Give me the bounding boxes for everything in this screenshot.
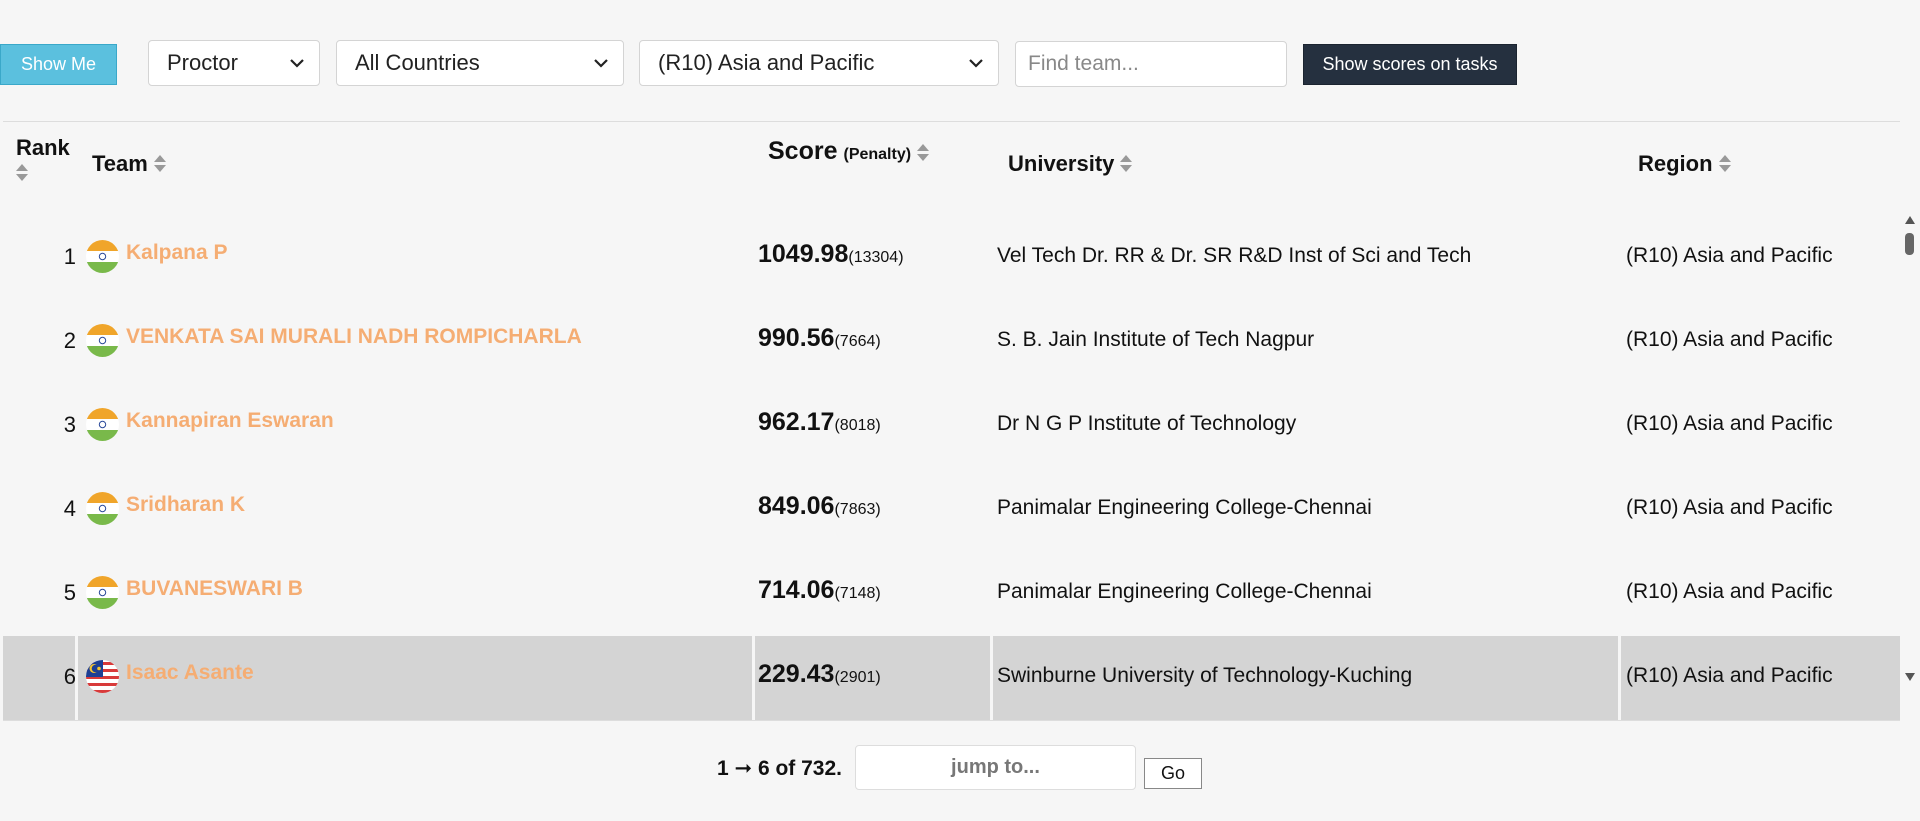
role-select-value: Proctor (167, 50, 238, 75)
table-header: Rank Team Score (Penalty) University Reg… (3, 121, 1900, 216)
column-separator (1618, 636, 1621, 720)
pagination: 1 ➞ 6 of 732. Go (0, 745, 1920, 791)
region-cell: (R10) Asia and Pacific (1626, 328, 1833, 351)
rank-cell: 3 (63, 412, 76, 437)
score-cell: 1049.98(13304) (758, 240, 904, 269)
table-row[interactable]: 2 VENKATA SAI MURALI NADH ROMPICHARLA 99… (3, 300, 1900, 384)
region-cell: (R10) Asia and Pacific (1626, 412, 1833, 435)
university-header-label: University (1008, 151, 1115, 176)
university-cell: Dr N G P Institute of Technology (997, 412, 1297, 435)
score-header-label: Score (768, 137, 838, 165)
table-row[interactable]: 3 Kannapiran Eswaran 962.17(8018) Dr N G… (3, 384, 1900, 468)
university-cell: Panimalar Engineering College-Chennai (997, 496, 1372, 519)
score-value: 229.43 (758, 660, 835, 688)
score-value: 1049.98 (758, 240, 849, 268)
penalty-value: (8018) (834, 417, 881, 434)
go-button[interactable]: Go (1144, 758, 1202, 789)
sort-icon[interactable] (917, 143, 930, 163)
pagination-range: 1 ➞ 6 of 732. (717, 757, 842, 780)
sort-icon[interactable] (16, 163, 28, 183)
rank-cell: 4 (63, 496, 76, 521)
sort-icon[interactable] (153, 154, 166, 174)
scrollbar-thumb[interactable] (1905, 233, 1914, 255)
penalty-value: (7664) (834, 333, 881, 350)
university-cell: Panimalar Engineering College-Chennai (997, 580, 1372, 603)
sort-icon[interactable] (1718, 154, 1731, 174)
score-cell: 229.43(2901) (758, 660, 881, 689)
penalty-value: (7148) (834, 585, 881, 602)
score-value: 962.17 (758, 408, 835, 436)
rank-cell: 1 (63, 244, 76, 269)
university-cell: S. B. Jain Institute of Tech Nagpur (997, 328, 1315, 351)
show-me-button[interactable]: Show Me (0, 44, 117, 85)
team-link[interactable]: Isaac Asante (126, 661, 254, 685)
score-value: 849.06 (758, 492, 835, 520)
column-separator (990, 636, 993, 720)
table-row-highlighted[interactable]: 6 Isaac Asante 229.43(2901) Swinburne Un… (3, 636, 1900, 720)
column-separator (752, 636, 755, 720)
rank-header[interactable]: Rank (16, 135, 70, 183)
penalty-value: (7863) (834, 501, 881, 518)
score-cell: 990.56(7664) (758, 324, 881, 353)
team-link[interactable]: BUVANESWARI B (126, 577, 303, 601)
score-cell: 962.17(8018) (758, 408, 881, 437)
region-header-label: Region (1638, 151, 1713, 176)
country-select[interactable]: All Countries (336, 40, 624, 86)
rank-cell: 6 (63, 664, 76, 689)
team-link[interactable]: Sridharan K (126, 493, 245, 517)
india-flag-icon (86, 240, 119, 273)
team-header[interactable]: Team (92, 151, 166, 177)
chevron-down-icon (594, 59, 608, 68)
score-header[interactable]: Score (Penalty) (768, 137, 930, 166)
region-cell: (R10) Asia and Pacific (1626, 244, 1833, 267)
rank-cell: 2 (63, 328, 76, 353)
team-link[interactable]: Kannapiran Eswaran (126, 409, 334, 433)
table-scrollbar[interactable] (1903, 213, 1917, 683)
find-team-input[interactable] (1015, 41, 1287, 87)
penalty-header-label: (Penalty) (843, 146, 912, 163)
team-link[interactable]: VENKATA SAI MURALI NADH ROMPICHARLA (126, 325, 582, 349)
chevron-down-icon (290, 59, 304, 68)
table-body: 1 Kalpana P 1049.98(13304) Vel Tech Dr. … (3, 216, 1900, 721)
score-cell: 714.06(7148) (758, 576, 881, 605)
team-link[interactable]: Kalpana P (126, 241, 228, 265)
chevron-down-icon (969, 59, 983, 68)
malaysia-flag-icon (86, 660, 119, 693)
sort-icon[interactable] (1120, 154, 1133, 174)
region-cell: (R10) Asia and Pacific (1626, 496, 1833, 519)
penalty-value: (13304) (848, 249, 904, 266)
university-cell: Vel Tech Dr. RR & Dr. SR R&D Inst of Sci… (997, 244, 1472, 267)
india-flag-icon (86, 576, 119, 609)
scroll-up-arrow-icon[interactable] (1905, 216, 1915, 224)
table-row[interactable]: 4 Sridharan K 849.06(7863) Panimalar Eng… (3, 468, 1900, 552)
team-header-label: Team (92, 151, 148, 176)
scroll-down-arrow-icon[interactable] (1905, 673, 1915, 681)
penalty-value: (2901) (834, 669, 881, 686)
india-flag-icon (86, 408, 119, 441)
table-bottom-border (3, 720, 1900, 721)
table-row[interactable]: 1 Kalpana P 1049.98(13304) Vel Tech Dr. … (3, 216, 1900, 300)
region-cell: (R10) Asia and Pacific (1626, 664, 1833, 687)
role-select[interactable]: Proctor (148, 40, 320, 86)
table-row[interactable]: 5 BUVANESWARI B 714.06(7148) Panimalar E… (3, 552, 1900, 636)
filter-toolbar: Show Me Proctor All Countries (R10) Asia… (0, 40, 1920, 88)
university-header[interactable]: University (1008, 151, 1133, 177)
region-cell: (R10) Asia and Pacific (1626, 580, 1833, 603)
region-select[interactable]: (R10) Asia and Pacific (639, 40, 999, 86)
region-select-value: (R10) Asia and Pacific (658, 50, 875, 75)
rank-cell: 5 (63, 580, 76, 605)
country-select-value: All Countries (355, 50, 480, 75)
score-value: 990.56 (758, 324, 835, 352)
india-flag-icon (86, 492, 119, 525)
jump-to-input[interactable] (855, 745, 1136, 790)
show-scores-button[interactable]: Show scores on tasks (1303, 44, 1517, 85)
score-cell: 849.06(7863) (758, 492, 881, 521)
region-header[interactable]: Region (1638, 151, 1731, 177)
university-cell: Swinburne University of Technology-Kuchi… (997, 664, 1413, 687)
score-value: 714.06 (758, 576, 835, 604)
rank-header-label: Rank (16, 135, 70, 160)
india-flag-icon (86, 324, 119, 357)
